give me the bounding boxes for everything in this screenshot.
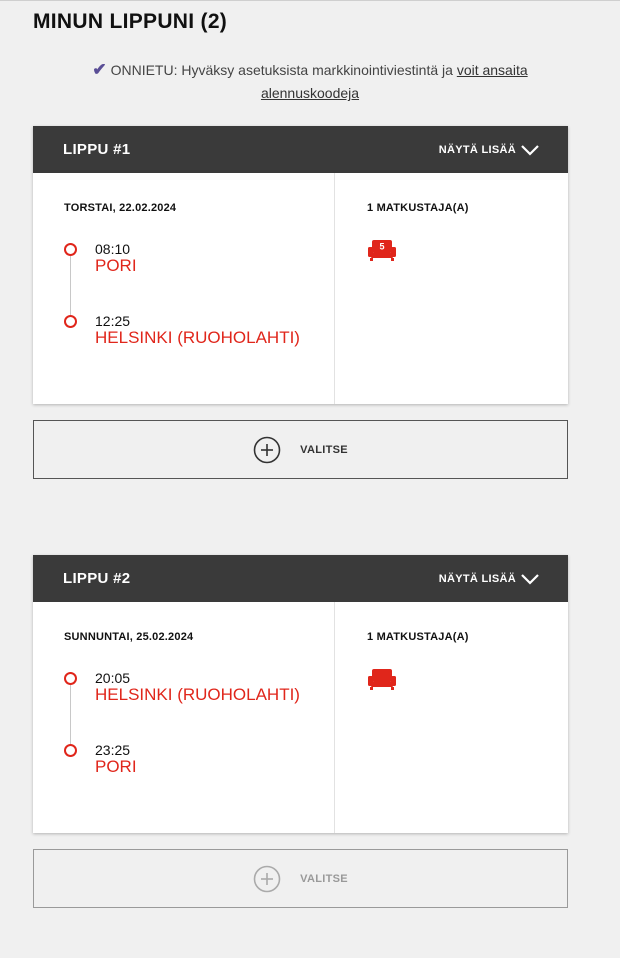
- seat-icon: [368, 669, 396, 690]
- departure-city: PORI: [95, 256, 137, 275]
- top-divider: [0, 0, 620, 1]
- arrival-time: 12:25: [95, 313, 131, 329]
- ticket-card: LIPPU #1 NÄYTÄ LISÄÄ TORSTAI, 22.02.2024…: [33, 126, 568, 404]
- marketing-notice: ✔ ONNIETU: Hyväksy asetuksista markkinoin…: [60, 58, 560, 105]
- show-more-toggle[interactable]: NÄYTÄ LISÄÄ: [439, 573, 539, 585]
- page-title: MINUN LIPPUNI (2): [33, 10, 228, 33]
- seat-number: 5: [379, 242, 384, 252]
- traveller-count: 1 MATKUSTAJA(A): [367, 631, 469, 643]
- journey-date: SUNNUNTAI, 25.02.2024: [64, 631, 194, 643]
- traveller-count: 1 MATKUSTAJA(A): [367, 202, 469, 214]
- ticket-header: LIPPU #2 NÄYTÄ LISÄÄ: [33, 555, 568, 602]
- select-label: VALITSE: [300, 443, 348, 456]
- journey-section: SUNNUNTAI, 25.02.2024 20:05 HELSINKI (RU…: [33, 602, 335, 833]
- arrival-dot-icon: [64, 744, 77, 757]
- chevron-down-icon: [521, 144, 539, 156]
- chevron-down-icon: [521, 573, 539, 585]
- plus-circle-icon: [253, 865, 281, 892]
- route-line: [70, 685, 71, 749]
- departure-time: 08:10: [95, 241, 131, 257]
- arrival-time: 23:25: [95, 742, 131, 758]
- departure-dot-icon: [64, 243, 77, 256]
- notice-text: ONNIETU: Hyväksy asetuksista markkinoint…: [110, 62, 457, 78]
- journey-date: TORSTAI, 22.02.2024: [64, 202, 177, 214]
- ticket-title: LIPPU #1: [63, 141, 131, 158]
- departure-dot-icon: [64, 672, 77, 685]
- select-button[interactable]: VALITSE: [33, 420, 568, 479]
- seat-icon: 5: [368, 240, 396, 261]
- checkmark-icon: ✔: [92, 60, 107, 79]
- show-more-label: NÄYTÄ LISÄÄ: [438, 572, 516, 585]
- ticket-card: LIPPU #2 NÄYTÄ LISÄÄ SUNNUNTAI, 25.02.20…: [33, 555, 568, 833]
- show-more-toggle[interactable]: NÄYTÄ LISÄÄ: [439, 144, 539, 156]
- departure-time: 20:05: [95, 670, 131, 686]
- passenger-section: 1 MATKUSTAJA(A): [335, 602, 568, 833]
- plus-circle-icon: [253, 436, 281, 463]
- journey-section: TORSTAI, 22.02.2024 08:10 PORI 12:25 HEL…: [33, 173, 335, 404]
- arrival-dot-icon: [64, 315, 77, 328]
- route-line: [70, 256, 71, 320]
- passenger-section: 1 MATKUSTAJA(A) 5: [335, 173, 568, 404]
- departure-city: HELSINKI (RUOHOLAHTI): [95, 685, 300, 704]
- ticket-title: LIPPU #2: [63, 570, 131, 587]
- show-more-label: NÄYTÄ LISÄÄ: [438, 143, 516, 156]
- select-label: VALITSE: [300, 872, 348, 885]
- arrival-city: HELSINKI (RUOHOLAHTI): [95, 328, 300, 347]
- ticket-header: LIPPU #1 NÄYTÄ LISÄÄ: [33, 126, 568, 173]
- select-button[interactable]: VALITSE: [33, 849, 568, 908]
- arrival-city: PORI: [95, 757, 137, 776]
